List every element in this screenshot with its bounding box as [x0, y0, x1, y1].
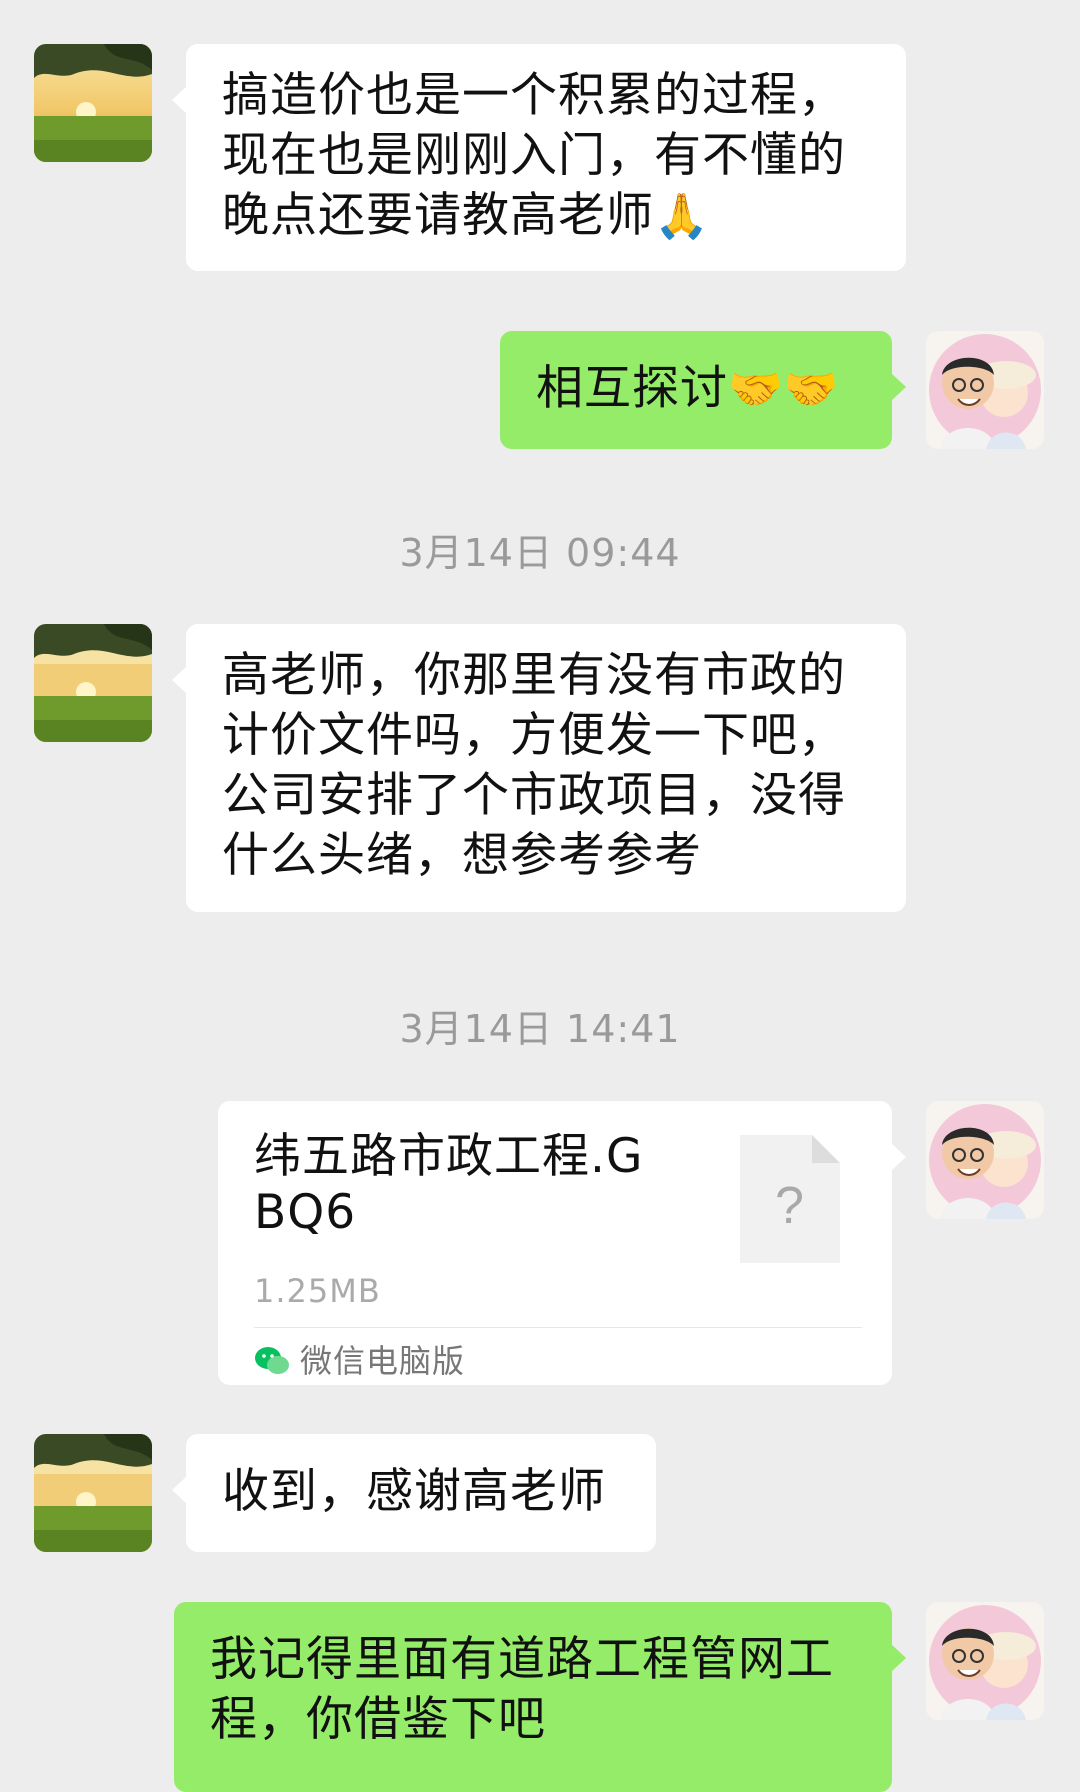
file-message-card[interactable]: 纬五路市政工程.GBQ6 1.25MB ? 微信电脑版	[218, 1101, 906, 1385]
self-avatar[interactable]	[926, 1602, 1044, 1720]
contact-avatar[interactable]	[34, 1434, 152, 1552]
file-source-label: 微信电脑版	[300, 1342, 466, 1380]
file-source[interactable]: 微信电脑版	[254, 1333, 465, 1389]
message-text: 高老师，你那里有没有市政的计价文件吗，方便发一下吧，公司安排了个市政项目，没得什…	[222, 648, 846, 883]
file-size: 1.25MB	[254, 1272, 381, 1310]
divider	[254, 1327, 862, 1328]
timestamp: 3月14日 09:44	[399, 531, 681, 575]
contact-avatar[interactable]	[34, 44, 152, 162]
message-bubble-outgoing[interactable]: 相互探讨🤝🤝	[500, 331, 906, 449]
praying-hands-emoji: 🙏	[654, 191, 710, 242]
file-icon-glyph: ?	[775, 1177, 805, 1235]
message-text: 搞造价也是一个积累的过程，现在也是刚刚入门，有不懂的晚点还要请教高老师	[222, 68, 846, 243]
handshake-emoji: 🤝🤝	[728, 364, 840, 415]
landscape-avatar-icon	[34, 1434, 152, 1552]
message-text: 我记得里面有道路工程管网工程，你借鉴下吧	[210, 1632, 834, 1747]
file-name: 纬五路市政工程.GBQ6	[254, 1129, 644, 1240]
message-bubble-incoming[interactable]: 搞造价也是一个积累的过程，现在也是刚刚入门，有不懂的晚点还要请教高老师🙏	[172, 44, 906, 271]
wechat-icon	[255, 1347, 289, 1374]
message-text: 收到，感谢高老师	[222, 1464, 606, 1519]
caricature-avatar-icon	[926, 1602, 1044, 1720]
message-bubble-outgoing[interactable]: 我记得里面有道路工程管网工程，你借鉴下吧	[174, 1602, 906, 1792]
landscape-avatar-icon	[34, 44, 152, 162]
caricature-avatar-icon	[926, 1101, 1044, 1219]
message-bubble-incoming[interactable]: 高老师，你那里有没有市政的计价文件吗，方便发一下吧，公司安排了个市政项目，没得什…	[172, 624, 906, 912]
chat-history[interactable]: 搞造价也是一个积累的过程，现在也是刚刚入门，有不懂的晚点还要请教高老师🙏 相互探…	[0, 0, 1080, 1792]
timestamp: 3月14日 14:41	[399, 1007, 681, 1051]
message-text: 相互探讨	[536, 361, 728, 416]
caricature-avatar-icon	[926, 331, 1044, 449]
contact-avatar[interactable]	[34, 624, 152, 742]
unknown-file-icon: ?	[740, 1135, 840, 1263]
landscape-avatar-icon	[34, 624, 152, 742]
self-avatar[interactable]	[926, 331, 1044, 449]
self-avatar[interactable]	[926, 1101, 1044, 1219]
message-bubble-incoming[interactable]: 收到，感谢高老师	[172, 1434, 656, 1552]
